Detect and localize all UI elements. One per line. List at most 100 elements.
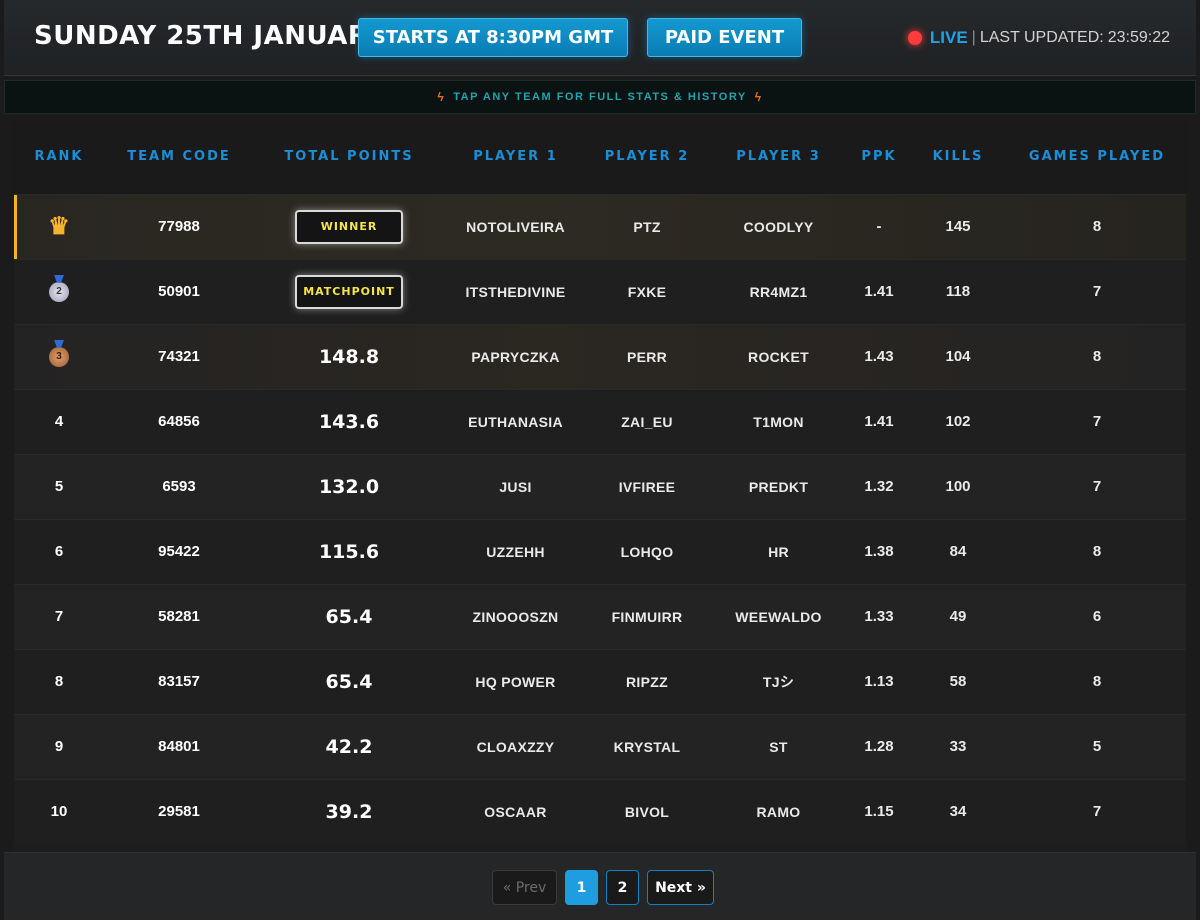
table-row[interactable]: 5 6593 132.0 JUSI IVFIREE PREDKT 1.32 10… <box>14 454 1186 519</box>
bronze-medal-icon: 3 <box>49 346 69 367</box>
table-row[interactable]: 2 50901 MATCHPOINT ITSTHEDIVINE FXKE RR4… <box>14 259 1186 324</box>
player-1-cell: PAPRYCZKA <box>471 348 560 365</box>
player-3-cell: RAMO <box>756 803 801 820</box>
ppk-cell: 1.41 <box>864 283 894 300</box>
points-cell: 115.6 <box>318 540 380 563</box>
tap-team-banner: ϟ TAP ANY TEAM FOR FULL STATS & HISTORY … <box>4 80 1196 114</box>
player-2-cell: ZAI_EU <box>621 413 673 430</box>
points-cell: 132.0 <box>318 475 380 498</box>
team-code-cell: 77988 <box>158 218 200 235</box>
kills-cell: 58 <box>949 673 967 690</box>
page-2-button[interactable]: 2 <box>606 870 639 905</box>
games-played-cell: 7 <box>1092 478 1102 495</box>
prev-page-button[interactable]: « Prev <box>492 870 557 905</box>
column-header-games-played[interactable]: GAMES PLAYED <box>1008 120 1186 194</box>
kills-cell: 34 <box>949 803 967 821</box>
pagination: « Prev 1 2 Next » <box>492 870 714 905</box>
ppk-cell: 1.33 <box>864 608 894 625</box>
rank-cell: 6 <box>54 543 64 560</box>
ppk-cell: 1.13 <box>864 673 894 690</box>
player-3-cell: COODLYY <box>743 218 814 235</box>
points-cell: 65.4 <box>325 670 373 693</box>
player-3-cell: ROCKET <box>748 348 809 365</box>
player-1-cell: OSCAAR <box>484 803 547 820</box>
rank-cell: 4 <box>54 413 64 430</box>
games-played-cell: 8 <box>1092 218 1102 235</box>
player-2-cell: BIVOL <box>624 803 670 820</box>
player-1-cell: NOTOLIVEIRA <box>466 218 565 235</box>
kills-cell: 33 <box>949 738 967 755</box>
status-separator: | <box>971 29 976 46</box>
column-header-rank[interactable]: RANK <box>14 120 104 194</box>
team-code-cell: 95422 <box>158 543 200 560</box>
player-2-cell: PTZ <box>633 218 661 235</box>
table-row[interactable]: 8 83157 65.4 HQ POWER RIPZZ TJシ 1.13 58 … <box>14 649 1186 714</box>
table-row[interactable]: ♛ 77988 WINNER NOTOLIVEIRA PTZ COODLYY -… <box>14 194 1186 259</box>
banner-text: TAP ANY TEAM FOR FULL STATS & HISTORY <box>453 91 747 103</box>
kills-cell: 102 <box>945 413 971 430</box>
games-played-cell: 7 <box>1092 803 1102 821</box>
live-label: LIVE <box>929 28 968 47</box>
points-cell: 65.4 <box>325 605 373 628</box>
team-code-cell: 58281 <box>158 608 200 625</box>
player-1-cell: HQ POWER <box>475 673 556 690</box>
rank-cell: ♛ <box>14 194 104 259</box>
column-header-player-1[interactable]: PLAYER 1 <box>444 120 587 194</box>
ppk-cell: 1.32 <box>864 478 894 495</box>
column-header-kills[interactable]: KILLS <box>908 120 1008 194</box>
rank-cell: 7 <box>54 608 64 625</box>
player-1-cell: ZINOOOSZN <box>472 608 559 625</box>
table-row[interactable]: 7 58281 65.4 ZINOOOSZN FINMUIRR WEEWALDO… <box>14 584 1186 649</box>
points-cell: 143.6 <box>318 410 380 433</box>
player-2-cell: KRYSTAL <box>613 738 681 755</box>
kills-cell: 104 <box>945 348 971 365</box>
table-row[interactable]: 10 29581 39.2 OSCAAR BIVOL RAMO 1.15 34 … <box>14 779 1186 844</box>
kills-cell: 118 <box>945 283 971 300</box>
column-header-team-code[interactable]: TEAM CODE <box>104 120 254 194</box>
team-code-cell: 64856 <box>158 413 200 430</box>
rank-cell: 3 <box>14 324 104 389</box>
rank-cell: 8 <box>54 673 64 690</box>
pagination-bar: « Prev 1 2 Next » <box>4 852 1196 920</box>
table-header-row: RANK TEAM CODE TOTAL POINTS PLAYER 1 PLA… <box>14 120 1186 194</box>
table-row[interactable]: 4 64856 143.6 EUTHANASIA ZAI_EU T1MON 1.… <box>14 389 1186 454</box>
crown-icon: ♛ <box>48 213 70 240</box>
lightning-bolt-icon: ϟ <box>754 90 763 104</box>
next-page-button[interactable]: Next » <box>647 870 714 905</box>
team-code-cell: 84801 <box>158 738 200 755</box>
header-bar: SUNDAY 25TH JANUARY STARTS AT 8:30PM GMT… <box>4 0 1196 76</box>
player-1-cell: UZZEHH <box>486 543 545 560</box>
player-2-cell: FINMUIRR <box>611 608 683 625</box>
games-played-cell: 8 <box>1092 673 1102 690</box>
team-code-cell: 50901 <box>158 283 200 300</box>
kills-cell: 84 <box>949 543 967 560</box>
column-header-player-2[interactable]: PLAYER 2 <box>587 120 707 194</box>
column-header-ppk[interactable]: PPK <box>850 120 908 194</box>
start-time-button[interactable]: STARTS AT 8:30PM GMT <box>358 18 628 57</box>
player-2-cell: LOHQO <box>620 543 674 560</box>
table-row[interactable]: 3 74321 148.8 PAPRYCZKA PERR ROCKET 1.43… <box>14 324 1186 389</box>
team-code-cell: 74321 <box>158 348 200 365</box>
points-cell: 42.2 <box>325 735 373 758</box>
lightning-bolt-icon: ϟ <box>437 90 446 104</box>
player-1-cell: EUTHANASIA <box>468 413 563 430</box>
team-code-cell: 83157 <box>158 673 200 690</box>
matchpoint-badge: MATCHPOINT <box>295 274 403 309</box>
points-cell: 148.8 <box>318 345 380 368</box>
silver-medal-icon: 2 <box>49 281 69 302</box>
column-header-total-points[interactable]: TOTAL POINTS <box>254 120 444 194</box>
rank-cell: 2 <box>14 259 104 324</box>
games-played-cell: 7 <box>1092 283 1102 300</box>
live-dot-icon <box>907 31 922 45</box>
page-1-button[interactable]: 1 <box>565 870 598 905</box>
kills-cell: 49 <box>949 608 967 625</box>
ppk-cell: 1.15 <box>864 803 894 821</box>
games-played-cell: 5 <box>1092 738 1102 755</box>
paid-event-button[interactable]: PAID EVENT <box>647 18 802 57</box>
column-header-player-3[interactable]: PLAYER 3 <box>707 120 850 194</box>
table-row[interactable]: 6 95422 115.6 UZZEHH LOHQO HR 1.38 84 8 <box>14 519 1186 584</box>
table-row[interactable]: 9 84801 42.2 CLOAXZZY KRYSTAL ST 1.28 33… <box>14 714 1186 779</box>
rank-cell: 10 <box>50 803 68 821</box>
player-2-cell: IVFIREE <box>618 478 676 495</box>
live-status: LIVE | LAST UPDATED: 23:59:22 <box>907 28 1170 48</box>
